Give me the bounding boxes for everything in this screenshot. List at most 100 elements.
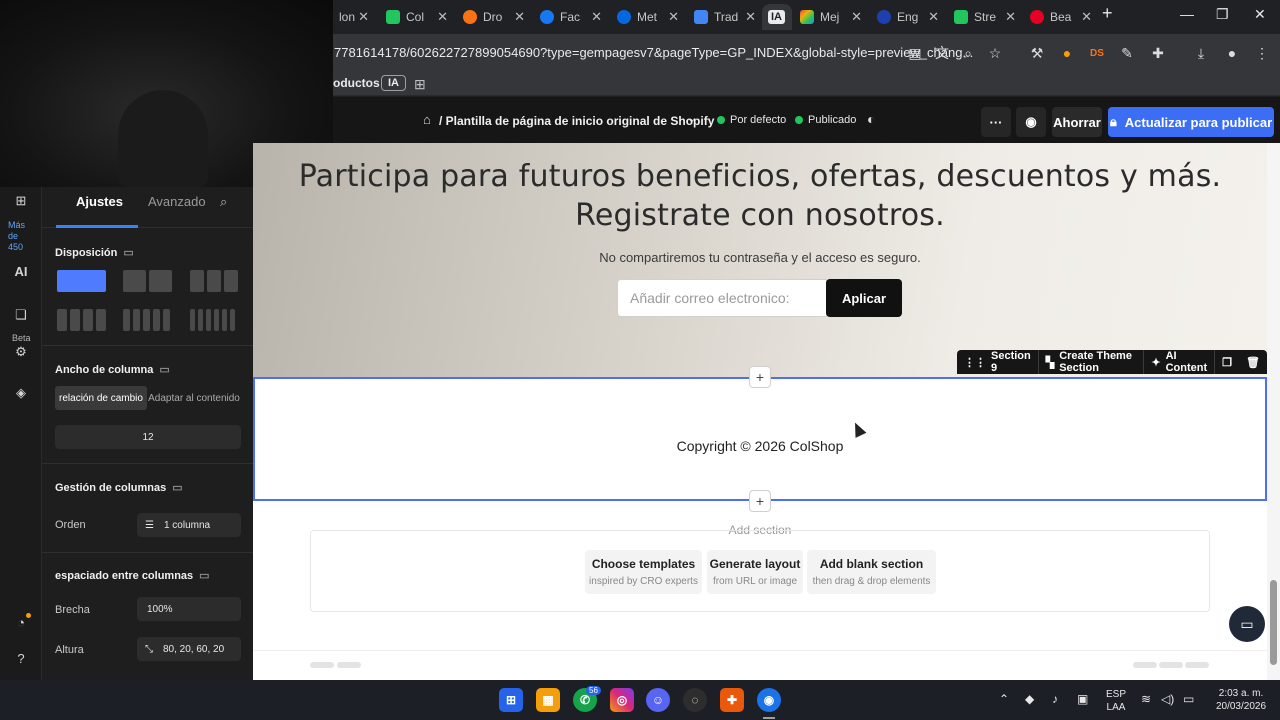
add-blank-section-button[interactable]: Add blank section then drag & drop eleme… [807,550,936,594]
app-icon[interactable]: ✚ [720,688,744,712]
chat-icon[interactable]: ▭ [1229,606,1265,642]
layout-6-col[interactable] [190,309,235,331]
tab-close-icon[interactable]: ✕ [358,9,369,25]
settings-gear-icon[interactable]: ⚙ [12,344,30,362]
grid-icon[interactable]: ⊞ [414,76,426,93]
browser-tab[interactable]: lon ✕ [333,4,373,30]
tab-close-icon[interactable]: ✕ [851,9,862,25]
extension-icon[interactable]: DS [1087,43,1107,63]
profile-avatar-icon[interactable]: ● [1222,43,1242,63]
browser-tab[interactable]: Bea ✕ [1024,4,1096,30]
screen-share-icon[interactable]: ▣ [1077,693,1088,706]
more-elements-label[interactable]: Más de 450 [8,220,25,253]
publish-button[interactable]: 🔒︎ Actualizar para publicar [1108,107,1274,137]
preview-eye-icon[interactable]: ◉ [1016,107,1046,137]
theme-toggle-icon[interactable]: ◐ [867,111,875,127]
delete-icon[interactable]: 🗑︎ [1239,350,1267,374]
zoom-icon[interactable]: ⌕ [958,43,978,63]
language-indicator[interactable]: ESP LAA [1106,688,1126,714]
elements-icon[interactable]: ⊞ [12,193,30,211]
browser-tab[interactable]: Eng ✕ [871,4,943,30]
browser-tab-active[interactable]: IA [762,4,792,30]
tab-settings[interactable]: Ajustes [76,194,123,209]
menu-kebab-icon[interactable]: ⋮ [1252,43,1272,63]
height-field[interactable]: ⤡ 80, 20, 60, 20 [137,637,241,661]
windows-start-icon[interactable]: ⊞ [499,688,523,712]
tab-close-icon[interactable]: ✕ [1081,9,1092,25]
close-window-icon[interactable]: ✕ [1254,6,1266,23]
save-button[interactable]: Ahorrar [1052,107,1102,137]
tab-close-icon[interactable]: ✕ [928,9,939,25]
tab-close-icon[interactable]: ✕ [591,9,602,25]
create-theme-section-button[interactable]: ▚ Create Theme Section [1039,350,1145,374]
duplicate-icon[interactable]: ❐ [1215,350,1239,374]
footer-section-selected[interactable]: Copyright © 2026 ColShop [253,377,1267,501]
apply-button[interactable]: Aplicar [826,279,902,317]
browser-tab[interactable]: Col ✕ [380,4,452,30]
microphone-icon[interactable]: ♪ [1052,693,1058,706]
instagram-icon[interactable]: ◎ [610,688,634,712]
browser-tab[interactable]: Dro ✕ [457,4,529,30]
pen-icon[interactable]: ✎ [1117,43,1137,63]
ai-content-button[interactable]: ✦ AI Content [1144,350,1216,374]
help-icon[interactable]: ? [12,651,30,669]
tab-close-icon[interactable]: ✕ [1005,9,1016,25]
tab-close-icon[interactable]: ✕ [514,9,525,25]
ai-icon[interactable]: AI [12,264,30,282]
browser-tab[interactable]: Stre ✕ [948,4,1020,30]
bookmark-ia[interactable]: IA [381,75,406,91]
page-breadcrumb[interactable]: / Plantilla de página de inicio original… [439,114,714,128]
tab-close-icon[interactable]: ✕ [437,9,448,25]
order-field[interactable]: ☰ 1 columna [137,513,241,537]
bookmark-productos[interactable]: oductos [333,76,380,90]
browser-tab[interactable]: Mej ✕ [794,4,866,30]
layout-2-col[interactable] [123,270,172,292]
browser-tab[interactable]: Trad ✕ [688,4,760,30]
layout-5-col[interactable] [123,309,170,331]
tray-expand-icon[interactable]: ⌃ [999,693,1009,706]
search-icon[interactable]: ⌕ [220,194,227,210]
bookmark-star-icon[interactable]: ☆ [985,43,1005,63]
tab-close-icon[interactable]: ✕ [668,9,679,25]
ratio-option[interactable]: relación de cambio [55,386,147,410]
tray-app-icon[interactable]: ◆ [1025,693,1034,706]
add-section-below-icon[interactable]: + [749,490,771,512]
layout-3-col[interactable] [190,270,238,292]
more-options-icon[interactable]: ··· [981,107,1011,137]
home-icon[interactable]: ⌂ [423,112,431,127]
download-icon[interactable]: ⤓ [1191,43,1211,63]
battery-icon[interactable]: ▭ [1183,693,1194,706]
minimize-icon[interactable]: — [1180,6,1194,22]
discord-icon[interactable]: ☺ [646,688,670,712]
clock[interactable]: 2:03 a. m. 20/03/2026 [1212,687,1270,713]
layers-icon[interactable]: ◈ [12,385,30,403]
volume-icon[interactable]: ◁) [1161,693,1174,706]
choose-templates-button[interactable]: Choose templates inspired by CRO experts [585,550,702,594]
email-input[interactable]: Añadir correo electronico: [617,279,827,317]
url-field[interactable]: 7781614178/602622727899054690?type=gempa… [334,45,973,60]
wifi-icon[interactable]: ≋ [1141,693,1151,706]
tab-advanced[interactable]: Avanzado [148,194,206,209]
scroll-thumb[interactable] [1270,580,1277,665]
new-tab-icon[interactable]: + [1102,3,1113,24]
extension-icon[interactable]: ⚒ [1027,43,1047,63]
canvas-scrollbar[interactable] [1267,143,1280,680]
chevron-down-icon[interactable]: ⌄ [687,112,696,125]
store-icon[interactable]: ▦ [536,688,560,712]
gap-field[interactable]: 100% [137,597,241,621]
extension-icon[interactable]: ● [1057,43,1077,63]
clipboard-icon[interactable]: ▤ [905,43,925,63]
tab-close-icon[interactable]: ✕ [745,9,756,25]
translate-icon[interactable]: 文 [932,43,952,63]
restore-icon[interactable]: ❐ [1216,6,1229,23]
browser-tab[interactable]: Fac ✕ [534,4,606,30]
layout-4-col[interactable] [57,309,106,331]
puzzle-icon[interactable]: ✚ [1148,43,1168,63]
browser-tab[interactable]: Met ✕ [611,4,683,30]
section-name[interactable]: ⋮⋮ Section 9 [957,350,1039,374]
add-section-above-icon[interactable]: + [749,366,771,388]
fit-content-option[interactable]: Adaptar al contenido [147,386,241,410]
generate-layout-button[interactable]: Generate layout from URL or image [707,550,803,594]
chrome-icon[interactable]: ◉ [757,688,781,712]
layout-1-col[interactable] [57,270,106,292]
